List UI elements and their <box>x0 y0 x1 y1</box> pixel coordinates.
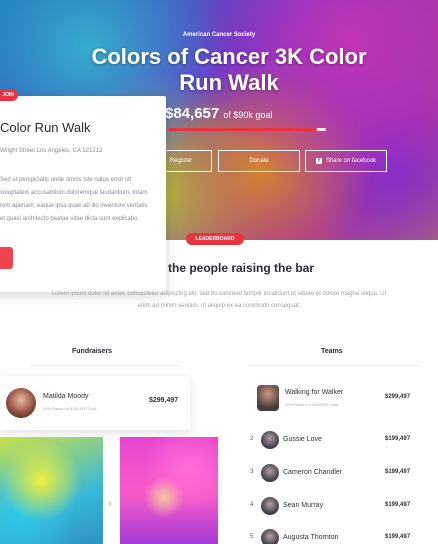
avatar <box>261 529 279 544</box>
campaign-page: American Cancer Society Colors of Cancer… <box>0 0 438 544</box>
goal-progress-bar <box>168 128 326 131</box>
team-amount: $199,497 <box>385 502 411 508</box>
avatar <box>6 388 36 418</box>
team-amount: $199,497 <box>385 436 411 442</box>
team-row[interactable]: 3 Cameron Chandler $199,497 <box>245 460 420 488</box>
team-row[interactable]: 2 Gussie Love $199,497 <box>245 427 420 455</box>
team-amount: $299,497 <box>385 394 411 400</box>
fundraiser-progress-text: 30% Raised of $250,000 Goal <box>43 406 97 411</box>
team-name: Gussie Love <box>283 436 322 443</box>
event-photo[interactable] <box>120 437 218 544</box>
share-facebook-button[interactable]: f Share on facebook <box>305 150 387 172</box>
amount-raised: $84,657 of $90k goal <box>165 105 272 122</box>
event-card: Color Run Walk Wright Street Los Angeles… <box>0 96 166 292</box>
organization-name: American Cancer Society <box>182 32 256 38</box>
raised-value: $84,657 <box>165 105 220 122</box>
donate-button[interactable]: Donate <box>218 150 300 172</box>
avatar <box>261 431 279 449</box>
team-name: Cameron Chandler <box>283 469 343 476</box>
event-card-title: Color Run Walk <box>0 120 91 135</box>
goal-text: of $90k goal <box>223 110 273 120</box>
team-progress-text: 30% Raised of $250,000 Goal <box>285 402 339 407</box>
team-row[interactable]: 4 Sean Murray $199,497 <box>245 493 420 521</box>
avatar <box>261 497 279 515</box>
event-description: Sed ut perspiciatis unde omnis iste natu… <box>0 177 148 222</box>
top-fundraiser-card[interactable]: Matilda Moody 30% Raised of $250,000 Goa… <box>0 376 190 430</box>
team-rank: 4 <box>250 502 254 508</box>
team-amount: $199,497 <box>385 534 411 540</box>
fundraisers-heading: Fundraisers <box>72 348 113 355</box>
divider <box>250 365 420 366</box>
team-name: Augusta Thornton <box>283 534 339 541</box>
team-name: Sean Murray <box>283 502 324 509</box>
event-address: Wright Street Los Angeles, CA 121212 <box>0 148 103 154</box>
leaderboard-badge: LEADERBOARD <box>186 233 244 245</box>
facebook-icon: f <box>315 158 322 164</box>
team-amount: $199,497 <box>385 469 411 475</box>
divider <box>30 365 180 366</box>
team-row[interactable]: 5 Augusta Thornton $199,497 <box>245 525 420 544</box>
goal-progress-fill <box>168 128 317 131</box>
teams-heading: Teams <box>321 348 343 355</box>
team-rank: 5 <box>250 534 254 540</box>
event-title: Colors of Cancer 3K Color Run Walk <box>91 44 367 95</box>
fundraiser-amount: $299,497 <box>149 397 179 404</box>
leaderboard-subtitle: Lorem ipsum dolor sit amet, consectetur … <box>51 291 387 309</box>
event-tag: JOIN <box>0 89 18 101</box>
top-team-card[interactable]: Walking for Walker 30% Raised of $250,00… <box>245 376 420 420</box>
avatar <box>257 385 279 411</box>
avatar <box>261 464 279 482</box>
team-name: Walking for Walker <box>285 389 344 396</box>
share-label: Share on facebook <box>325 158 377 164</box>
team-rank: 3 <box>250 469 254 475</box>
event-photo[interactable] <box>0 437 103 544</box>
event-action-button[interactable] <box>0 247 13 269</box>
fundraiser-name: Matilda Moody <box>43 393 89 400</box>
team-rank: 2 <box>250 436 254 442</box>
leaderboard-heading: the people raising the bar <box>168 261 315 275</box>
chevron-right-icon[interactable]: › <box>103 496 117 510</box>
